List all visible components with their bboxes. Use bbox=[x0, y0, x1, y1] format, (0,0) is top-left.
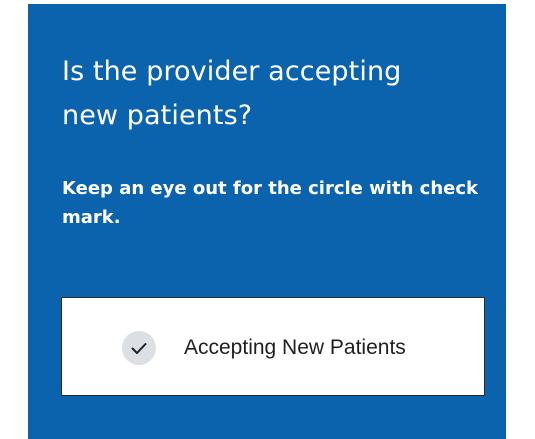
info-panel: Is the provider accepting new patients? … bbox=[28, 4, 506, 439]
check-circle-icon bbox=[122, 331, 156, 365]
accepting-patients-label: Accepting New Patients bbox=[184, 336, 406, 359]
accepting-patients-example: Accepting New Patients bbox=[61, 297, 485, 396]
panel-heading: Is the provider accepting new patients? bbox=[62, 56, 402, 131]
panel-subtext: Keep an eye out for the circle with chec… bbox=[62, 178, 478, 228]
